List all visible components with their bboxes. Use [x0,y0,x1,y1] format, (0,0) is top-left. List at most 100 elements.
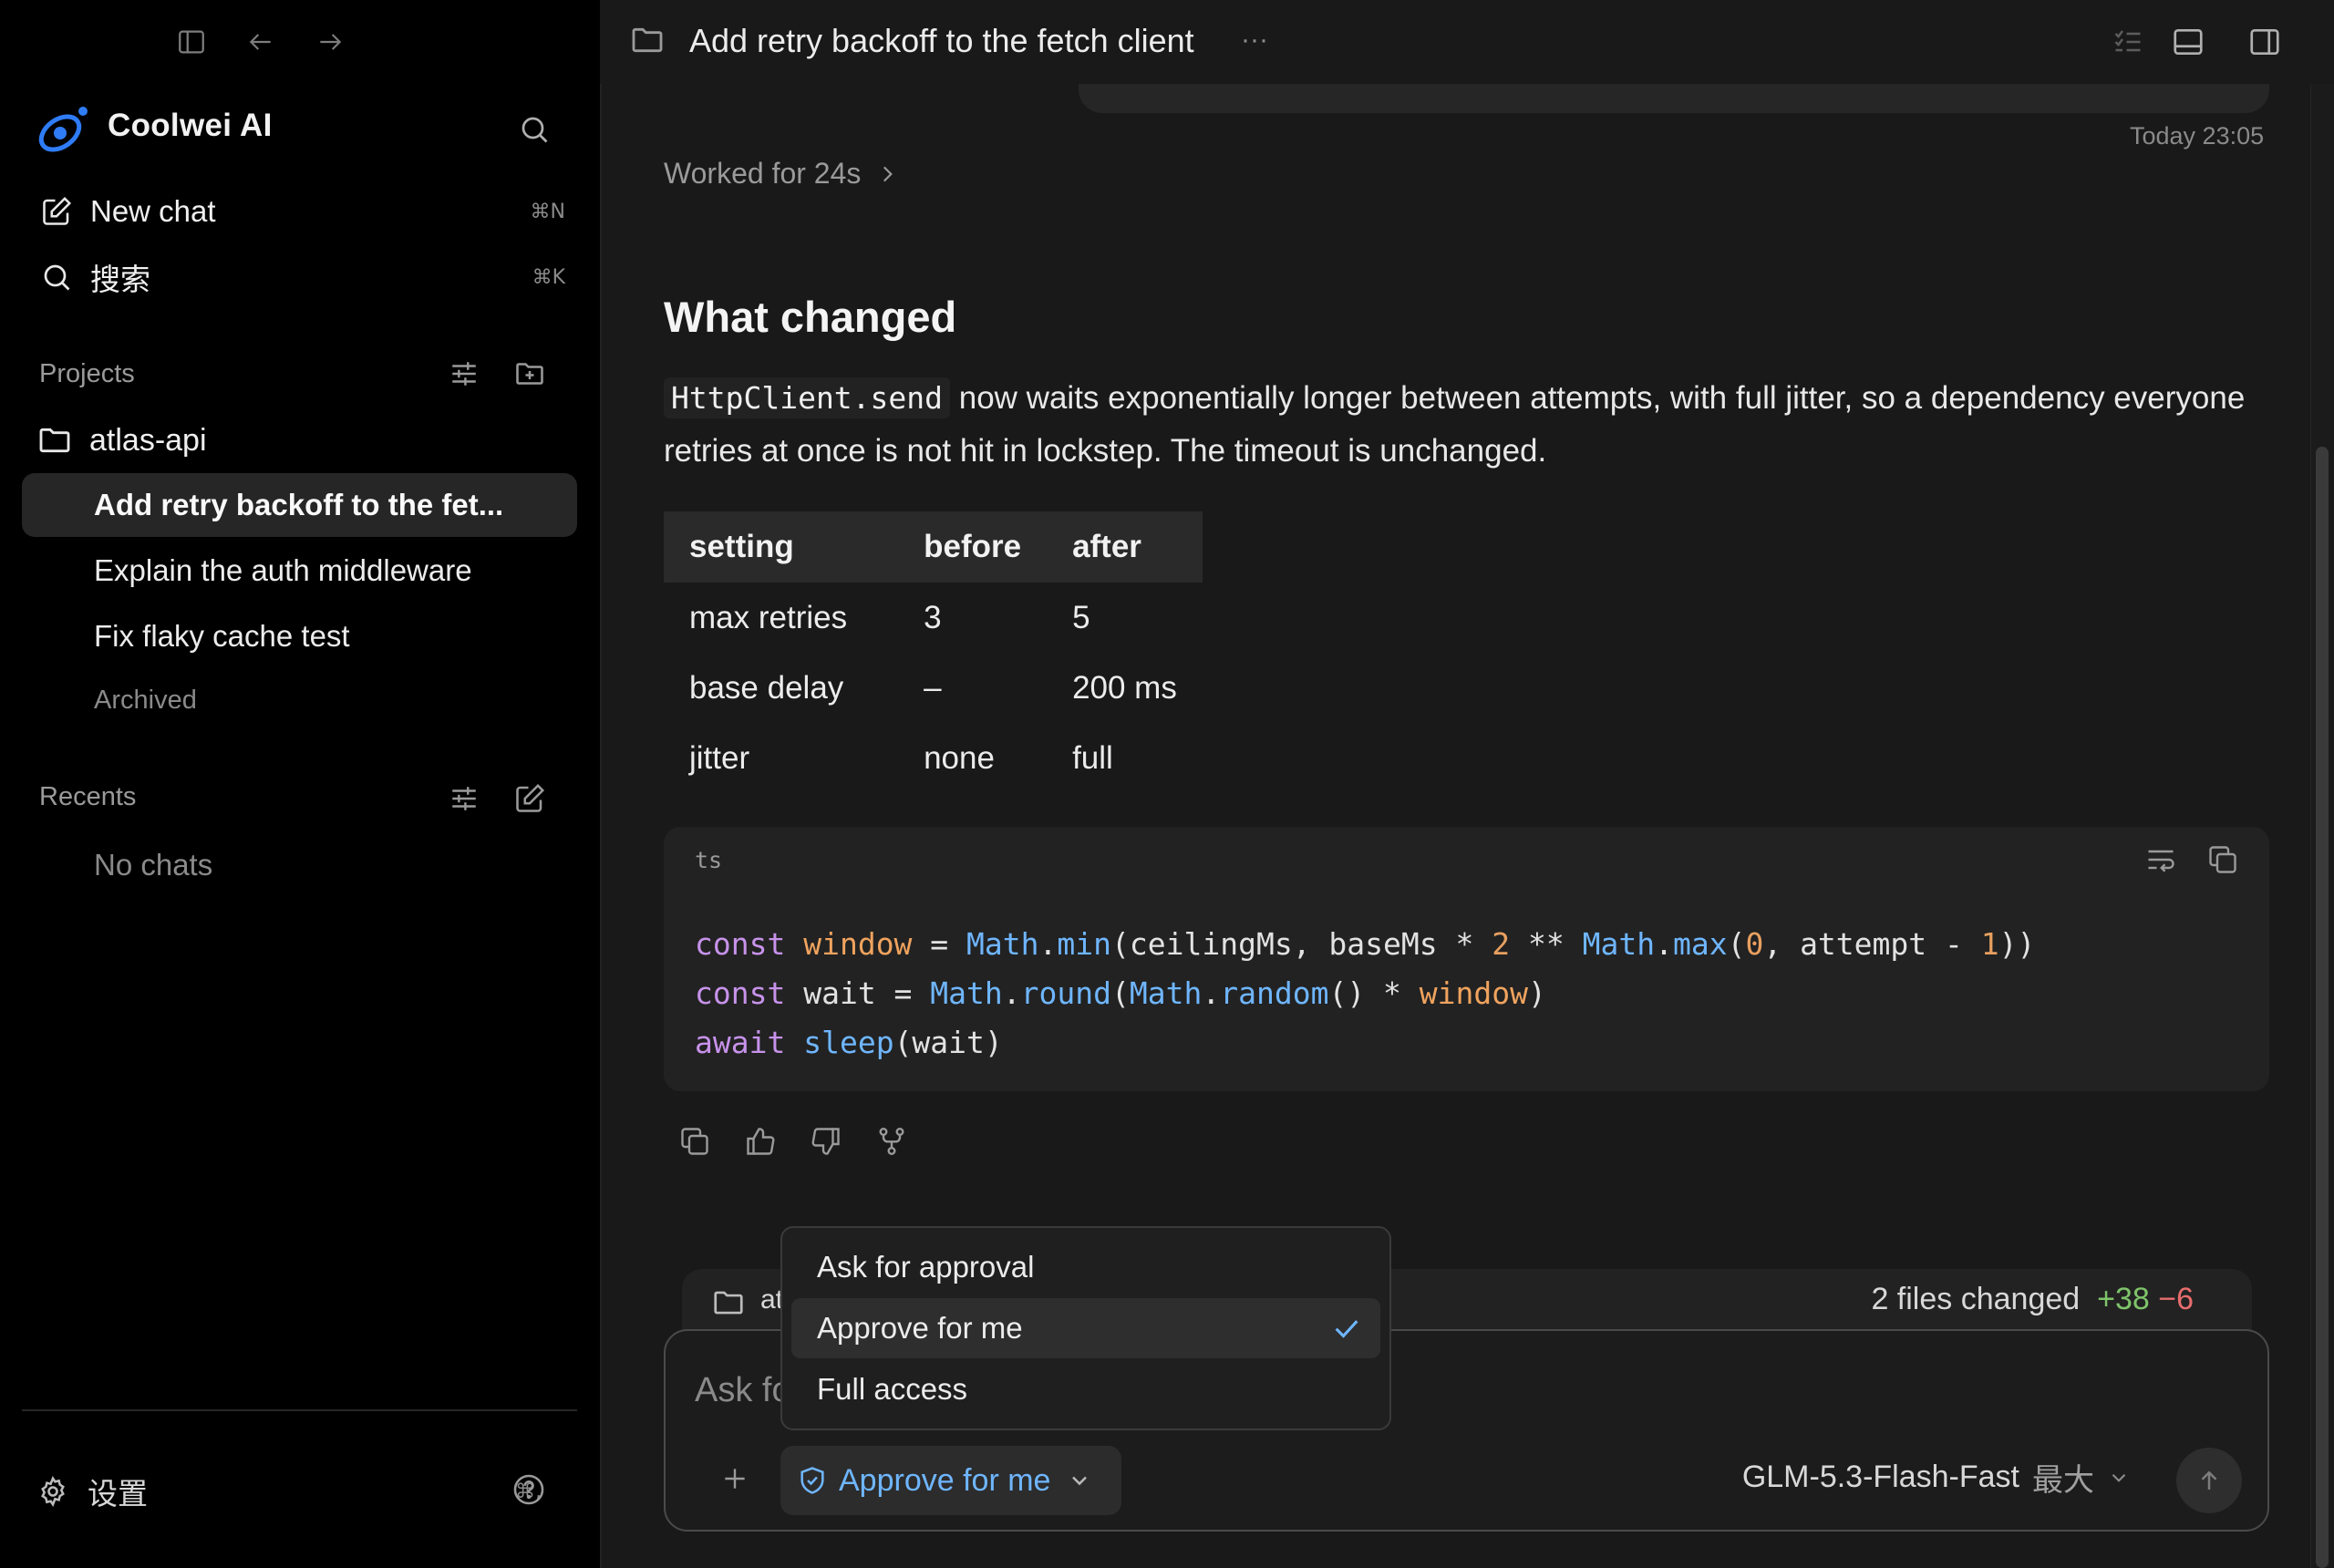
chat-item-label: Fix flaky cache test [94,619,350,653]
sidebar: Coolwei AI New chat ⌘N 搜索 ⌘K Projects at… [0,0,600,1568]
add-attachment-button[interactable] [707,1451,762,1506]
model-selector[interactable]: GLM-5.3-Flash-Fast 最大 [1742,1455,2131,1500]
files-changed-summary[interactable]: 2 files changed +38 −6 [1871,1282,2194,1317]
top-bar: Add retry backoff to the fetch client ··… [600,0,2334,84]
chat-item-flaky-cache[interactable]: Fix flaky cache test [22,604,577,668]
additions-count: +38 [2097,1282,2150,1316]
scrollbar-thumb[interactable] [2316,447,2329,1568]
code-token: 2 [1492,926,1511,962]
page-title: Add retry backoff to the fetch client [689,22,1194,59]
recents-title: Recents [39,782,137,811]
message-timestamp: Today 23:05 [2130,122,2265,150]
search-label: 搜索 [90,263,150,296]
search-icon[interactable] [516,111,553,148]
new-chat-label: New chat [90,194,216,228]
code-token: = [912,926,967,962]
code-token: )) [1998,926,2036,962]
checklist-icon[interactable] [2106,20,2150,64]
table-header-row: setting before after [664,511,1203,583]
sidebar-border [600,0,602,1568]
table-cell: base delay [689,669,844,706]
code-token: const [695,975,786,1011]
code-token: . [1655,926,1673,962]
code-token: Math [1129,975,1203,1011]
code-line: await sleep(wait) [695,1018,2035,1068]
thumbs-down-icon[interactable] [806,1121,846,1161]
code-token: Math [930,975,1003,1011]
code-token: window [1419,975,1529,1011]
search-button[interactable]: 搜索 ⌘K [36,250,565,304]
chat-item-retry-backoff[interactable]: Add retry backoff to the fet... [22,473,577,537]
dropdown-option-approve-for-me[interactable]: Approve for me [791,1298,1380,1358]
chevron-down-icon [1067,1468,1092,1493]
folder-icon [36,422,73,459]
new-chat-button[interactable]: New chat ⌘N [36,184,565,239]
code-token: 0 [1745,926,1764,962]
approval-dropdown: Ask for approval Approve for me Full acc… [780,1226,1391,1430]
code-block: ts const window = Math.min(ceilingMs, ba… [664,827,2269,1091]
thumbs-up-icon[interactable] [740,1121,780,1161]
filter-sliders-icon[interactable] [444,354,484,394]
brand-name: Coolwei AI [108,108,273,143]
table-row: jitter none full [664,723,1203,793]
sidebar-divider [22,1409,577,1411]
compose-icon[interactable] [510,779,550,819]
worked-label: Worked for 24s [664,157,862,190]
table-cell: full [1072,739,1113,776]
project-atlas-api[interactable]: atlas-api [36,419,207,461]
table-row: base delay – 200 ms [664,653,1203,723]
table-header: setting [664,511,899,583]
approval-mode-button[interactable]: Approve for me [780,1446,1121,1515]
code-token: wait = [785,975,931,1011]
new-folder-icon[interactable] [510,354,550,394]
arrow-left-icon[interactable] [243,24,279,60]
sidebar-toggle-icon[interactable] [173,24,210,60]
code-language: ts [695,847,723,873]
approval-mode-label: Approve for me [839,1462,1051,1498]
code-lines: const window = Math.min(ceilingMs, baseM… [695,920,2035,1068]
table-cell: – [924,669,942,706]
arrow-right-icon[interactable] [312,24,348,60]
filter-sliders-icon[interactable] [444,779,484,819]
worked-for-toggle[interactable]: Worked for 24s [664,157,899,191]
deletions-count: −6 [2158,1282,2194,1316]
project-name: atlas-api [89,422,207,458]
branch-icon[interactable] [872,1121,912,1161]
chat-item-auth-middleware[interactable]: Explain the auth middleware [22,539,577,603]
code-token: max [1672,926,1728,962]
help-icon[interactable] [511,1471,547,1508]
files-changed-label: 2 files changed [1871,1282,2081,1316]
code-token: . [1038,926,1058,962]
more-options-icon[interactable]: ··· [1233,18,1276,62]
dropdown-option-full-access[interactable]: Full access [791,1359,1380,1419]
chevron-down-icon [2107,1466,2131,1490]
coolwei-logo-icon [33,102,93,159]
archived-link[interactable]: Archived [94,686,197,716]
copy-code-icon[interactable] [2203,840,2243,880]
code-token: ( [1111,975,1130,1011]
code-token: random [1220,975,1329,1011]
bottom-panel-icon[interactable] [2166,20,2210,64]
model-name: GLM-5.3-Flash-Fast [1741,1460,2019,1494]
settings-table: setting before after max retries 3 5 bas… [664,511,1203,793]
dropdown-option-label: Approve for me [817,1311,1023,1345]
code-token: (ceilingMs, baseMs * [1111,926,1492,962]
table-cell: 3 [924,599,942,635]
settings-button[interactable]: 设置 ⌘, [36,1468,565,1515]
code-token: , attempt - [1763,926,1981,962]
code-token: Math [966,926,1039,962]
code-token: ) [1528,975,1546,1011]
table-cell: jitter [689,739,750,776]
code-token: () * [1328,975,1420,1011]
right-panel-icon[interactable] [2243,20,2287,64]
copy-icon[interactable] [675,1121,715,1161]
send-button[interactable] [2176,1448,2242,1513]
shield-check-icon [797,1465,828,1496]
dropdown-option-label: Full access [817,1372,968,1406]
wrap-lines-icon[interactable] [2141,840,2181,880]
code-token: round [1020,975,1111,1011]
dropdown-option-ask-for-approval[interactable]: Ask for approval [791,1237,1380,1297]
folder-icon [711,1285,746,1320]
